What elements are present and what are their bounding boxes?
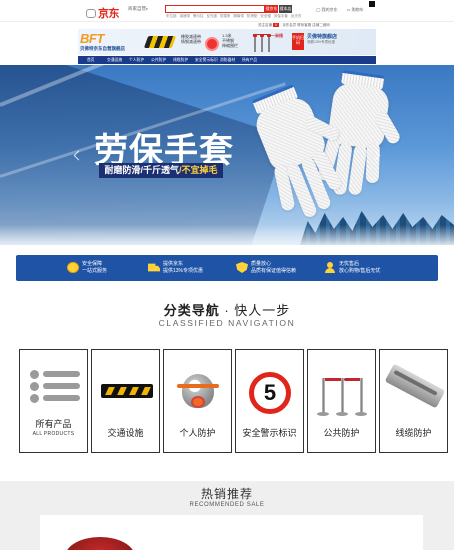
promo-fence: 1.3米 不锈钢 伸缩围栏 [222, 33, 238, 48]
cart-link[interactable]: 购物车 [352, 7, 364, 12]
hot-word[interactable]: 警示柱 [193, 14, 204, 18]
service-bar: 安全保障 一站式服务 提供京东 提供13%专项优惠 质量放心 品质有保证值得信赖 无忧… [16, 255, 438, 281]
hot-word[interactable]: 安全帽 [260, 14, 271, 18]
shop-search-input[interactable] [333, 1, 368, 7]
jd-logo[interactable]: 京东 [86, 5, 120, 21]
category-label: 安全警示标识 [242, 428, 297, 438]
category-label: 线缆防护 [395, 428, 432, 438]
nav-item-fire[interactable]: 消防器材 [220, 56, 235, 64]
category-subtitle-en: CLASSIFIED NAVIGATION [158, 318, 296, 328]
truck-icon [148, 263, 160, 272]
recommended-product-panel[interactable] [40, 515, 423, 550]
category-label: 交通设施 [107, 428, 144, 438]
nav-item-traffic[interactable]: 交通设施 [107, 56, 122, 64]
prev-slide-arrow-icon[interactable] [74, 151, 80, 161]
hot-word[interactable]: 隔离带 [233, 14, 244, 18]
hot-word[interactable]: 反光锥 [206, 14, 217, 18]
self-store-tag: 商家自营▸ [128, 6, 149, 11]
category-card-all[interactable]: 所有产品 ALL PRODUCTS [19, 349, 88, 453]
recommended-product-image[interactable] [65, 537, 135, 550]
next-slide-arrow-icon[interactable] [374, 151, 380, 161]
category-card-signs[interactable]: 5 安全警示标识 [235, 349, 304, 453]
recommended-subtitle-en: RECOMMENDED SALE [189, 502, 265, 508]
nav-item-signs[interactable]: 安全警示标识 [195, 56, 218, 64]
shop-sub-links: 关注店铺 V 京东会员 联系客服 店铺二维码 [258, 23, 330, 28]
hero-banner[interactable]: 劳保手套 耐磨防滑/千斤透气/不宜掉毛 [0, 65, 454, 245]
qr-red-block[interactable]: 手机扫码 [292, 33, 304, 50]
category-grid: 所有产品 ALL PRODUCTS 交通设施 个人防护 5 安全警示标识 公共防… [19, 349, 448, 453]
search-shop-button[interactable]: 搜本店 [279, 5, 292, 13]
shield-icon [236, 262, 248, 273]
search-jd-button[interactable]: 搜京东 [265, 5, 278, 13]
stanchion-icon [308, 370, 375, 418]
cable-protector-icon [380, 363, 447, 418]
speed-limit-sign-icon: 5 [236, 370, 303, 418]
nav-item-public[interactable]: 公共防护 [151, 56, 166, 64]
hot-word[interactable]: 劳保手套 [274, 14, 288, 18]
my-jd-link[interactable]: 我的京东 [322, 7, 338, 12]
nav-item-home[interactable]: 首页 [87, 56, 95, 64]
list-icon [20, 370, 87, 418]
hot-word[interactable]: 减速带 [179, 14, 190, 18]
hot-word[interactable]: 反光衣 [291, 14, 302, 18]
jd-logo-text: 京东 [98, 7, 120, 20]
category-card-traffic[interactable]: 交通设施 [91, 349, 160, 453]
red-disc-image [205, 37, 219, 51]
user-links: ◯ 我的京东 ▭ 购物车 [316, 7, 364, 13]
hot-search-words: 车位锁 减速带 警示柱 反光锥 防撞条 隔离带 防滑垫 安全帽 劳保手套 反光衣 [166, 14, 303, 19]
category-label: 个人防护 [179, 428, 216, 438]
category-card-public[interactable]: 公共防护 [307, 349, 376, 453]
qr-code-link[interactable]: 店铺二维码 [312, 23, 330, 27]
category-label: 公共防护 [323, 428, 360, 438]
shop-name: 贝佛特京东自营旗舰店 [80, 46, 125, 51]
category-label-en: ALL PRODUCTS [32, 431, 75, 437]
recommended-title: 热销推荐 [200, 487, 253, 501]
category-title: 分类导航 · 快人一步 [163, 303, 291, 318]
service-person-icon [324, 262, 336, 273]
promo-speedbump: 橡胶减速带 铸钢减速带 [181, 34, 201, 44]
search-input[interactable] [165, 5, 265, 13]
customer-service-link[interactable]: 联系客服 [297, 23, 311, 27]
site-header: 京东 商家自营▸ 搜京东 搜本店 车位锁 减速带 警示柱 反光锥 防撞条 隔离带… [0, 0, 454, 22]
cart-icon: ▭ [346, 7, 351, 12]
carousel-dots [222, 237, 243, 245]
hot-word[interactable]: 防撞条 [220, 14, 231, 18]
nav-item-personal[interactable]: 个人防护 [129, 56, 144, 64]
promo-posts-label: 一米线 [271, 33, 283, 38]
hot-word[interactable]: 防滑垫 [247, 14, 258, 18]
category-label: 所有产品 [35, 419, 72, 429]
recommended-section: 热销推荐 RECOMMENDED SALE [0, 481, 454, 550]
nav-item-all[interactable]: 所有产品 [242, 56, 257, 64]
follow-shop-link[interactable]: 关注店铺 [258, 23, 272, 27]
shop-banner[interactable]: BFT 贝佛特京东自营旗舰店 橡胶减速带 铸钢减速带 1.3米 不锈钢 伸缩围栏… [78, 29, 376, 55]
speed-bump-image [143, 36, 177, 48]
hot-word[interactable]: 车位锁 [166, 14, 177, 18]
jd-mascot-icon [86, 9, 96, 18]
shop-search-button[interactable] [369, 1, 375, 7]
nav-item-cable[interactable]: 线缆防护 [173, 56, 188, 64]
vip-badge: V [272, 23, 280, 27]
category-card-personal[interactable]: 个人防护 [163, 349, 232, 453]
brand-logo: BFT [80, 31, 104, 46]
user-icon: ◯ [316, 7, 321, 12]
gas-mask-icon [164, 370, 231, 418]
promo-shop: 贝佛特旗舰店 领券13%专项优惠 [307, 34, 338, 44]
shop-navbar: 首页 交通设施 个人防护 公共防护 线缆防护 安全警示标识 消防器材 所有产品 [78, 56, 376, 64]
jd-member-link[interactable]: 京东会员 [282, 23, 296, 27]
speed-bump-icon [92, 370, 159, 418]
hero-subtitle: 耐磨防滑/千斤透气/不宜掉毛 [99, 163, 223, 178]
coin-icon [67, 262, 79, 273]
stanchion-posts-image [252, 32, 271, 52]
category-card-cable[interactable]: 线缆防护 [379, 349, 448, 453]
